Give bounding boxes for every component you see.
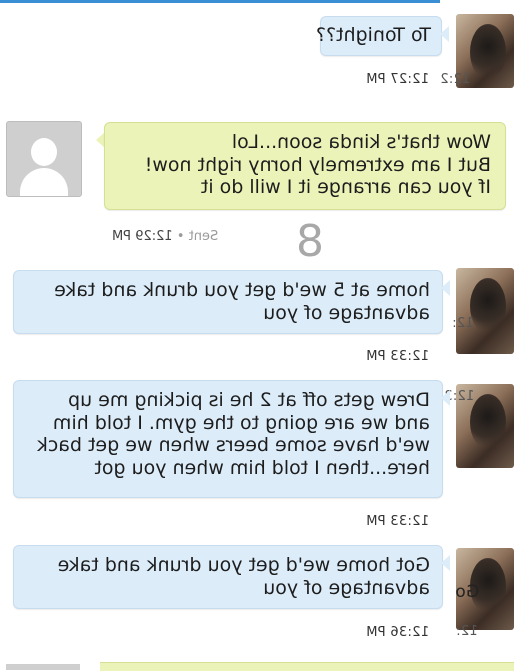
page-number: 8 [296,216,324,267]
message-timestamp: 12:36 PM [366,625,430,640]
message-bubble-incoming[interactable]: To Tonight?? [316,16,442,56]
message-timestamp: 12:29 PM [112,229,173,244]
bubble-tail [441,280,450,296]
timestamp-fragment: 12: [452,316,474,331]
message-line: But I am extremely horny right now! [144,153,491,176]
message-text: To Tonight?? [315,24,431,46]
message-bubble-incoming[interactable]: Got home we'd get you drunk and take adv… [13,545,443,609]
message-line: If you can arrange it I will do it [200,176,491,198]
sent-label: Sent [188,229,219,244]
message-line: here...then I told him when you got [94,456,430,479]
message-timestamp: 12:33 PM [366,349,430,364]
timestamp-fragment: Go [455,582,480,602]
status-separator: • [176,229,185,244]
message-line: advantage of you [263,576,430,599]
message-line: home at 5 we'd get you drunk and take [54,279,430,301]
top-accent-bar [0,0,440,3]
message-text: home at 5 we'd get you drunk and take ad… [54,279,430,324]
message-text: Got home we'd get you drunk and take adv… [58,554,430,599]
message-line: advantage of you [263,301,430,324]
message-line: Got home we'd get you drunk and take [57,554,430,576]
message-bubble-incoming[interactable]: home at 5 we'd get you drunk and take ad… [13,270,443,334]
message-text: Wow that's kinda soon...Lol But I am ext… [145,131,491,199]
message-line: Wow that's kinda soon...Lol [231,131,491,153]
default-avatar[interactable] [6,121,82,197]
message-timestamp: 12:27 PM [366,72,430,87]
bubble-tail [441,390,450,406]
message-line: Drew gets off at 2 he is picking me up [68,389,430,411]
timestamp-fragment: 12:2 [440,72,471,87]
sent-status: Sent • 12:29 PM [112,229,218,244]
message-timestamp: 12:33 PM [366,514,430,529]
default-avatar-partial [6,664,80,670]
message-line: we'd have some beers when we get back [36,434,430,456]
message-bubble-outgoing[interactable]: Wow that's kinda soon...Lol But I am ext… [104,122,506,210]
message-line: and we are going to the gym. I told him [52,411,430,434]
contact-avatar[interactable] [456,268,514,354]
message-bubble-incoming[interactable]: Drew gets off at 2 he is picking me up a… [13,380,443,498]
timestamp-fragment: 12: [456,624,478,639]
bubble-tail [440,26,449,42]
bubble-tail [441,555,450,571]
message-text: Drew gets off at 2 he is picking me up a… [37,389,430,479]
